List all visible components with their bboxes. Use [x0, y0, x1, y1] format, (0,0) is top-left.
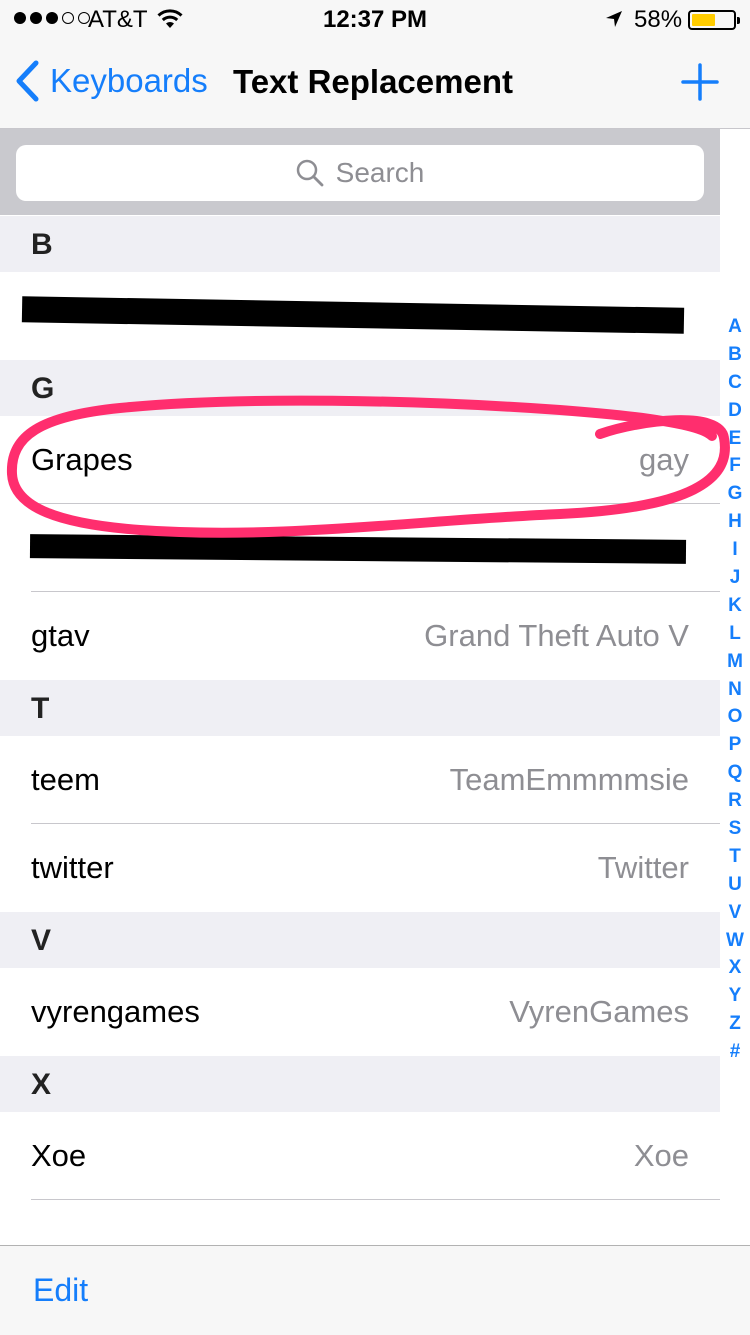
- battery-nub: [737, 17, 740, 24]
- section-header: G: [0, 360, 720, 416]
- section-index-letter[interactable]: A: [722, 313, 748, 341]
- page-title: Text Replacement: [233, 63, 513, 100]
- section-index-letter[interactable]: L: [722, 620, 748, 648]
- section-header: V: [0, 912, 720, 968]
- section-index-letter[interactable]: R: [722, 787, 748, 815]
- section-index-letter[interactable]: M: [722, 648, 748, 676]
- section-index-letter[interactable]: P: [722, 731, 748, 759]
- section-letter: G: [31, 372, 55, 405]
- section-index-letter[interactable]: F: [722, 452, 748, 480]
- phrase-label: teem: [31, 762, 100, 797]
- section-index-letter[interactable]: Y: [722, 982, 748, 1010]
- phrase-label: Grapes: [31, 442, 133, 477]
- redaction-bar: [29, 534, 687, 564]
- shortcut-label: gay: [639, 442, 689, 477]
- list-item[interactable]: gtav Grand Theft Auto V: [0, 592, 720, 680]
- section-index-letter[interactable]: N: [722, 676, 748, 704]
- back-button[interactable]: Keyboards: [14, 60, 208, 102]
- section-index-letter[interactable]: E: [722, 425, 748, 453]
- section-index-letter[interactable]: O: [722, 703, 748, 731]
- section-index-letter[interactable]: W: [722, 927, 748, 955]
- shortcut-label: Grand Theft Auto V: [424, 618, 689, 653]
- section-header: X: [0, 1056, 720, 1112]
- battery-percent: 58%: [634, 6, 683, 33]
- search-input[interactable]: Search: [16, 145, 704, 201]
- section-letter: T: [31, 692, 50, 725]
- section-index: A B C D E F G H I J K L M N O P Q R S T U V W X Y Z #: [722, 313, 748, 1066]
- shortcut-label: Twitter: [597, 850, 689, 885]
- battery-icon: [688, 10, 740, 30]
- search-placeholder: Search: [335, 157, 425, 188]
- add-icon[interactable]: [680, 62, 720, 102]
- list-item[interactable]: [0, 272, 720, 360]
- location-arrow-icon: [606, 11, 622, 27]
- section-index-letter[interactable]: Q: [722, 759, 748, 787]
- section-header: T: [0, 680, 720, 736]
- section-index-letter[interactable]: D: [722, 397, 748, 425]
- section-index-letter[interactable]: T: [722, 843, 748, 871]
- list-item[interactable]: vyrengames VyrenGames: [0, 968, 720, 1056]
- search-icon: [296, 159, 324, 187]
- navigation-bar: Keyboards Text Replacement: [0, 40, 750, 129]
- section-index-letter[interactable]: K: [722, 592, 748, 620]
- section-index-letter[interactable]: B: [722, 341, 748, 369]
- list-item[interactable]: Xoe Xoe: [0, 1112, 720, 1200]
- section-index-letter[interactable]: U: [722, 871, 748, 899]
- section-letter: X: [31, 1068, 52, 1101]
- shortcut-label: VyrenGames: [509, 994, 689, 1029]
- section-index-letter[interactable]: I: [722, 536, 748, 564]
- phrase-label: vyrengames: [31, 994, 200, 1029]
- phrase-label: Xoe: [31, 1138, 87, 1173]
- section-index-letter[interactable]: S: [722, 815, 748, 843]
- section-index-letter[interactable]: G: [722, 480, 748, 508]
- status-bar: AT&T 12:37 PM 58%: [0, 0, 750, 40]
- row-divider: [31, 1199, 720, 1200]
- section-index-letter[interactable]: J: [722, 564, 748, 592]
- section-index-letter[interactable]: C: [722, 369, 748, 397]
- section-header: B: [0, 216, 720, 272]
- list-item[interactable]: Grapes gay: [0, 416, 720, 504]
- search-bar: Search: [0, 129, 720, 215]
- section-index-letter[interactable]: Z: [722, 1010, 748, 1038]
- chevron-left-icon: [16, 60, 39, 102]
- bottom-toolbar: Edit: [0, 1245, 750, 1335]
- shortcut-label: Xoe: [633, 1138, 689, 1173]
- list-item[interactable]: teem TeamEmmmmsie: [0, 736, 720, 824]
- phrase-label: twitter: [31, 850, 114, 885]
- section-letter: B: [31, 228, 53, 261]
- section-letter: V: [31, 924, 52, 957]
- section-index-letter[interactable]: #: [722, 1038, 748, 1066]
- back-button-label: Keyboards: [50, 62, 208, 99]
- section-index-letter[interactable]: X: [722, 954, 748, 982]
- edit-button[interactable]: Edit: [33, 1272, 88, 1309]
- shortcut-label: TeamEmmmmsie: [449, 762, 689, 797]
- list-item[interactable]: twitter Twitter: [0, 824, 720, 912]
- list-item[interactable]: [0, 504, 720, 592]
- section-index-letter[interactable]: V: [722, 899, 748, 927]
- section-index-letter[interactable]: H: [722, 508, 748, 536]
- phrase-label: gtav: [31, 618, 90, 653]
- battery-fill: [692, 14, 715, 26]
- redaction-bar: [21, 296, 685, 334]
